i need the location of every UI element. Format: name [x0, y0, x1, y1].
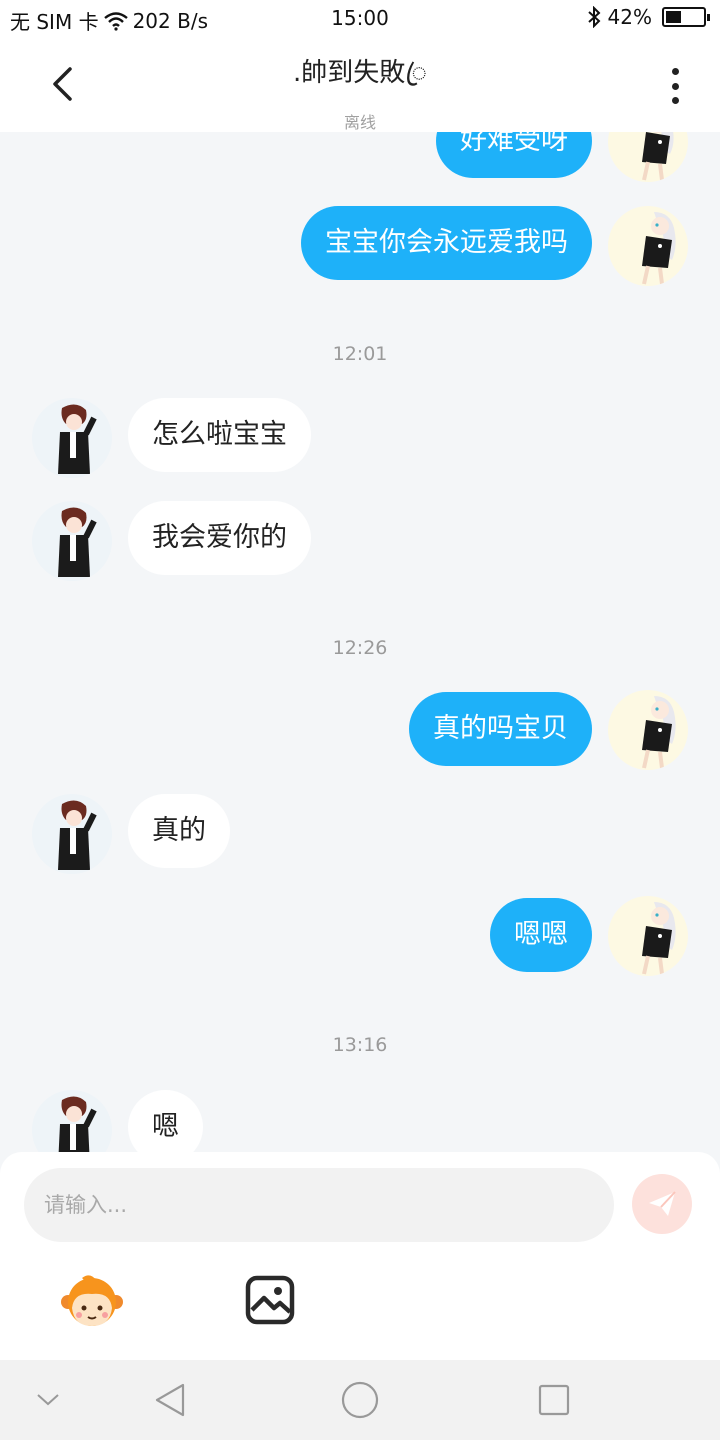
nav-back-button[interactable] — [148, 1378, 192, 1422]
input-panel — [0, 1152, 720, 1360]
message-bubble-mine[interactable]: 真的吗宝贝 — [409, 692, 592, 766]
more-dot-icon — [671, 97, 679, 104]
boy-avatar-icon — [58, 507, 97, 577]
message-input[interactable] — [24, 1168, 614, 1242]
girl-avatar-icon — [642, 212, 676, 285]
message-bubble-mine[interactable]: 宝宝你会永远爱我吗 — [301, 206, 592, 280]
square-recents-icon — [538, 1384, 570, 1416]
nav-recents-button[interactable] — [532, 1378, 576, 1422]
more-dot-icon — [671, 82, 679, 90]
more-options-button[interactable] — [660, 64, 690, 108]
send-icon — [649, 1191, 676, 1216]
online-status: 离线 — [343, 113, 376, 132]
contact-avatar[interactable] — [32, 398, 112, 478]
image-button[interactable] — [244, 1274, 296, 1326]
contact-avatar[interactable] — [32, 794, 112, 874]
message-bubble-theirs[interactable]: 我会爱你的 — [128, 501, 311, 575]
bluetooth-icon — [587, 6, 600, 28]
timestamp: 12:26 — [332, 637, 388, 659]
send-button[interactable] — [632, 1174, 692, 1234]
circle-home-icon — [341, 1381, 379, 1419]
girl-avatar-icon — [642, 902, 676, 975]
message-bubble-theirs[interactable]: 嗯 — [128, 1090, 203, 1152]
image-icon — [245, 1275, 295, 1325]
contact-avatar[interactable] — [32, 1090, 112, 1152]
timestamp: 12:01 — [332, 343, 388, 365]
girl-avatar-icon — [642, 132, 674, 181]
my-avatar[interactable] — [608, 690, 688, 770]
timestamp: 13:16 — [332, 1034, 388, 1056]
status-bar: 无 SIM 卡 202 B/s 15:00 42% — [0, 0, 720, 38]
girl-avatar-icon — [642, 696, 676, 769]
back-icon — [53, 67, 72, 101]
boy-avatar-icon — [58, 1096, 97, 1152]
battery-percent: 42% — [607, 5, 652, 29]
nav-home-button[interactable] — [338, 1378, 382, 1422]
chevron-down-icon — [37, 1394, 59, 1406]
message-bubble-theirs[interactable]: 真的 — [128, 794, 230, 868]
my-avatar[interactable] — [608, 206, 688, 286]
battery-fill — [666, 11, 682, 23]
emoji-button[interactable] — [60, 1270, 124, 1334]
my-avatar[interactable] — [608, 132, 688, 182]
my-avatar[interactable] — [608, 896, 688, 976]
back-button[interactable] — [40, 60, 84, 108]
boy-avatar-icon — [58, 404, 97, 474]
battery-icon — [662, 7, 710, 27]
boy-avatar-icon — [58, 800, 97, 870]
nav-collapse-button[interactable] — [26, 1378, 70, 1422]
chat-header: .帥到失敗ꦿ 离线 — [0, 38, 720, 132]
message-bubble-mine[interactable]: 好难受呀 — [436, 132, 592, 178]
message-bubble-mine[interactable]: 嗯嗯 — [490, 898, 592, 972]
message-bubble-theirs[interactable]: 怎么啦宝宝 — [128, 398, 311, 472]
message-list[interactable]: 好难受呀 宝宝你会永远爱我吗 12:01 怎么啦宝宝 我会爱你的 12:26 真… — [0, 132, 720, 1152]
contact-name: .帥到失敗ꦿ — [293, 58, 427, 88]
more-dot-icon — [671, 68, 679, 75]
emoji-monkey-icon — [61, 1275, 123, 1326]
status-right: 42% — [586, 5, 710, 29]
triangle-back-icon — [155, 1383, 185, 1417]
title-block: .帥到失敗ꦿ 离线 — [160, 52, 560, 133]
system-nav-bar — [0, 1360, 720, 1440]
contact-avatar[interactable] — [32, 501, 112, 581]
